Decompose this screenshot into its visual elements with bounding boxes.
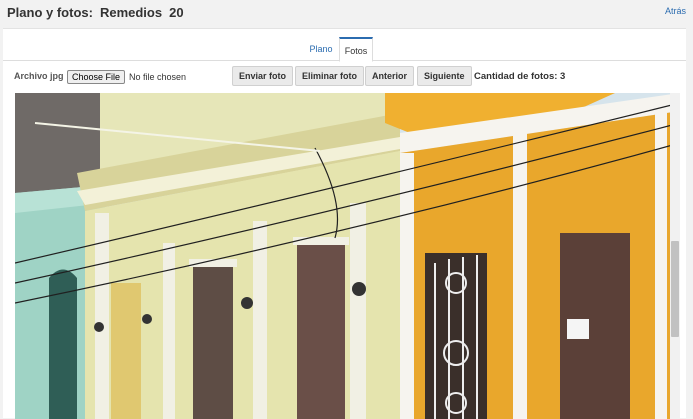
title-prefix: Plano y fotos: bbox=[7, 5, 93, 20]
photo-toolbar: Archivo jpg Choose File No file chosen E… bbox=[3, 65, 686, 89]
photo-viewer[interactable] bbox=[15, 93, 680, 419]
choose-file-button[interactable]: Choose File bbox=[67, 69, 126, 84]
tab-bar: Plano Fotos bbox=[3, 37, 686, 62]
content-panel: Plano Fotos Archivo jpg Choose File No f… bbox=[3, 28, 686, 419]
photo-count: Cantidad de fotos: 3 bbox=[474, 71, 566, 82]
title-entity: Remedios bbox=[99, 5, 163, 20]
page-header: Plano y fotos: Remedios 20 Atrás bbox=[0, 0, 693, 28]
photo-scrollbar[interactable] bbox=[670, 93, 680, 419]
next-button[interactable]: Siguiente bbox=[417, 66, 472, 86]
page-title: Plano y fotos: Remedios 20 bbox=[7, 5, 184, 20]
tab-fotos[interactable]: Fotos bbox=[339, 37, 373, 62]
scrollbar-thumb[interactable] bbox=[671, 241, 679, 337]
delete-photo-button[interactable]: Eliminar foto bbox=[295, 66, 365, 86]
file-status: No file chosen bbox=[129, 71, 187, 82]
street-photo bbox=[15, 93, 680, 419]
send-photo-button[interactable]: Enviar foto bbox=[232, 66, 294, 86]
tab-plano[interactable]: Plano bbox=[305, 37, 337, 61]
back-link[interactable]: Atrás bbox=[665, 6, 686, 16]
file-label: Archivo jpg bbox=[14, 71, 64, 81]
title-number: 20 bbox=[169, 5, 184, 20]
previous-button[interactable]: Anterior bbox=[365, 66, 415, 86]
file-input[interactable]: Choose File No file chosen bbox=[67, 69, 186, 84]
